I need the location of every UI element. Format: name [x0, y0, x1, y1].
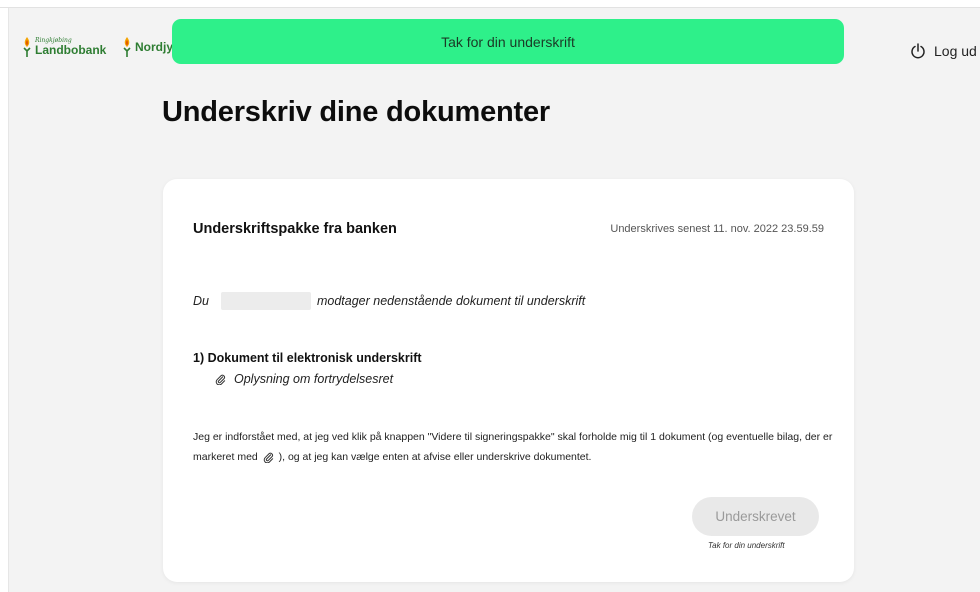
document-label: Oplysning om fortrydelsesret [234, 372, 394, 386]
agreement-text: Jeg er indforstået med, at jeg ved klik … [193, 427, 833, 467]
logo-big-text: Landbobank [35, 43, 107, 57]
toast-message: Tak for din underskrift [441, 33, 575, 50]
redacted-name [220, 292, 311, 310]
card-title: Underskriftspakke fra banken [193, 221, 397, 237]
landbobank-logo[interactable]: Ringkjøbing Landbobank [22, 36, 106, 58]
paperclip-icon [215, 374, 226, 385]
agreement-part2: ), og at jeg kan vælge enten at afvise e… [278, 451, 592, 463]
power-icon [911, 43, 925, 59]
document-item[interactable]: Oplysning om fortrydelsesret [215, 372, 393, 386]
success-toast: Tak for din underskrift [172, 19, 844, 64]
paperclip-icon [263, 452, 273, 463]
flame-logo-icon [123, 37, 131, 57]
flame-logo-icon [23, 37, 31, 57]
signed-button[interactable]: Underskrevet [692, 497, 819, 536]
logout-button[interactable]: Log ud [910, 43, 977, 59]
page-title: Underskriv dine dokumenter [162, 96, 551, 128]
signing-package-card: Underskriftspakke fra banken Underskrive… [163, 179, 854, 582]
documents-heading: 1) Dokument til elektronisk underskrift [193, 351, 422, 365]
logout-label: Log ud [934, 43, 977, 59]
thanks-note: Tak for din underskrift [708, 541, 785, 550]
recipient-line: Du modtager nedenstående dokument til un… [193, 292, 585, 310]
left-gutter [0, 8, 9, 592]
deadline-text: Underskrives senest 11. nov. 2022 23.59.… [610, 223, 824, 235]
recipient-prefix: Du [193, 294, 209, 308]
top-border [0, 0, 980, 8]
recipient-suffix: modtager nedenstående dokument til under… [316, 294, 586, 308]
logo-text: Ringkjøbing Landbobank [35, 38, 107, 57]
